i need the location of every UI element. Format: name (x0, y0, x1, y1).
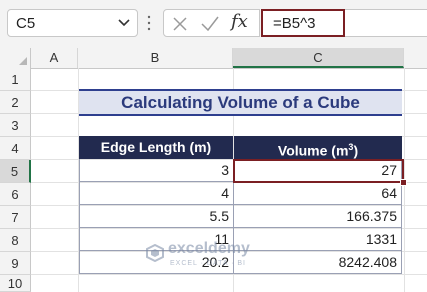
formula-input[interactable]: =B5^3 (261, 9, 345, 37)
header-volume-suffix: ) (353, 142, 359, 159)
formula-input-extension[interactable] (345, 9, 427, 37)
row-header-10[interactable]: 10 (0, 275, 31, 292)
formula-text: =B5^3 (273, 15, 316, 32)
formula-actions: fx (163, 9, 260, 37)
watermark-tagline: EXCEL · DATA · BI (170, 260, 246, 267)
row-header-2[interactable]: 2 (0, 91, 31, 114)
watermark: exceldemy EXCEL · DATA · BI (146, 240, 276, 276)
header-volume-label: Volume (m (277, 142, 349, 159)
edge-cell-b5[interactable]: 3 (79, 159, 234, 182)
row-header-1[interactable]: 1 (0, 68, 31, 91)
row-header-6[interactable]: 6 (0, 183, 31, 206)
row-header-3[interactable]: 3 (0, 114, 31, 137)
column-header-c[interactable]: C (233, 48, 404, 68)
drag-handle-icon[interactable] (147, 14, 151, 32)
header-edge-length[interactable]: Edge Length (m) (79, 136, 233, 159)
name-box[interactable]: C5 (7, 9, 138, 37)
exceldemy-logo-icon (146, 244, 164, 262)
active-cell-border (233, 159, 404, 183)
row-header-5[interactable]: 5 (0, 160, 31, 183)
formula-bar: C5 fx =B5^3 (0, 0, 427, 49)
chevron-down-icon[interactable] (117, 18, 131, 28)
select-all-icon (19, 57, 27, 65)
sheet-title: Calculating Volume of a Cube (121, 93, 360, 112)
row-header-8[interactable]: 8 (0, 229, 31, 252)
fill-handle[interactable] (400, 179, 407, 186)
column-header-row: A B C (0, 48, 427, 69)
name-box-value: C5 (16, 15, 36, 32)
column-header-b[interactable]: B (78, 48, 233, 68)
header-volume[interactable]: Volume (m3) (234, 136, 402, 159)
select-all-corner[interactable] (0, 48, 31, 68)
watermark-name: exceldemy (168, 240, 250, 257)
row-header-9[interactable]: 9 (0, 252, 31, 275)
cancel-icon[interactable] (172, 16, 188, 32)
insert-function-icon[interactable]: fx (231, 11, 248, 32)
row-header-4[interactable]: 4 (0, 137, 31, 160)
column-header-a[interactable]: A (31, 48, 78, 68)
edge-cell-b7[interactable]: 5.5 (79, 205, 234, 228)
row-header-7[interactable]: 7 (0, 206, 31, 229)
check-icon[interactable] (200, 15, 220, 33)
volume-cell-c6[interactable]: 64 (234, 182, 402, 205)
sheet-title-cell[interactable]: Calculating Volume of a Cube (79, 89, 402, 116)
volume-cell-c7[interactable]: 166.375 (234, 205, 402, 228)
edge-cell-b6[interactable]: 4 (79, 182, 234, 205)
